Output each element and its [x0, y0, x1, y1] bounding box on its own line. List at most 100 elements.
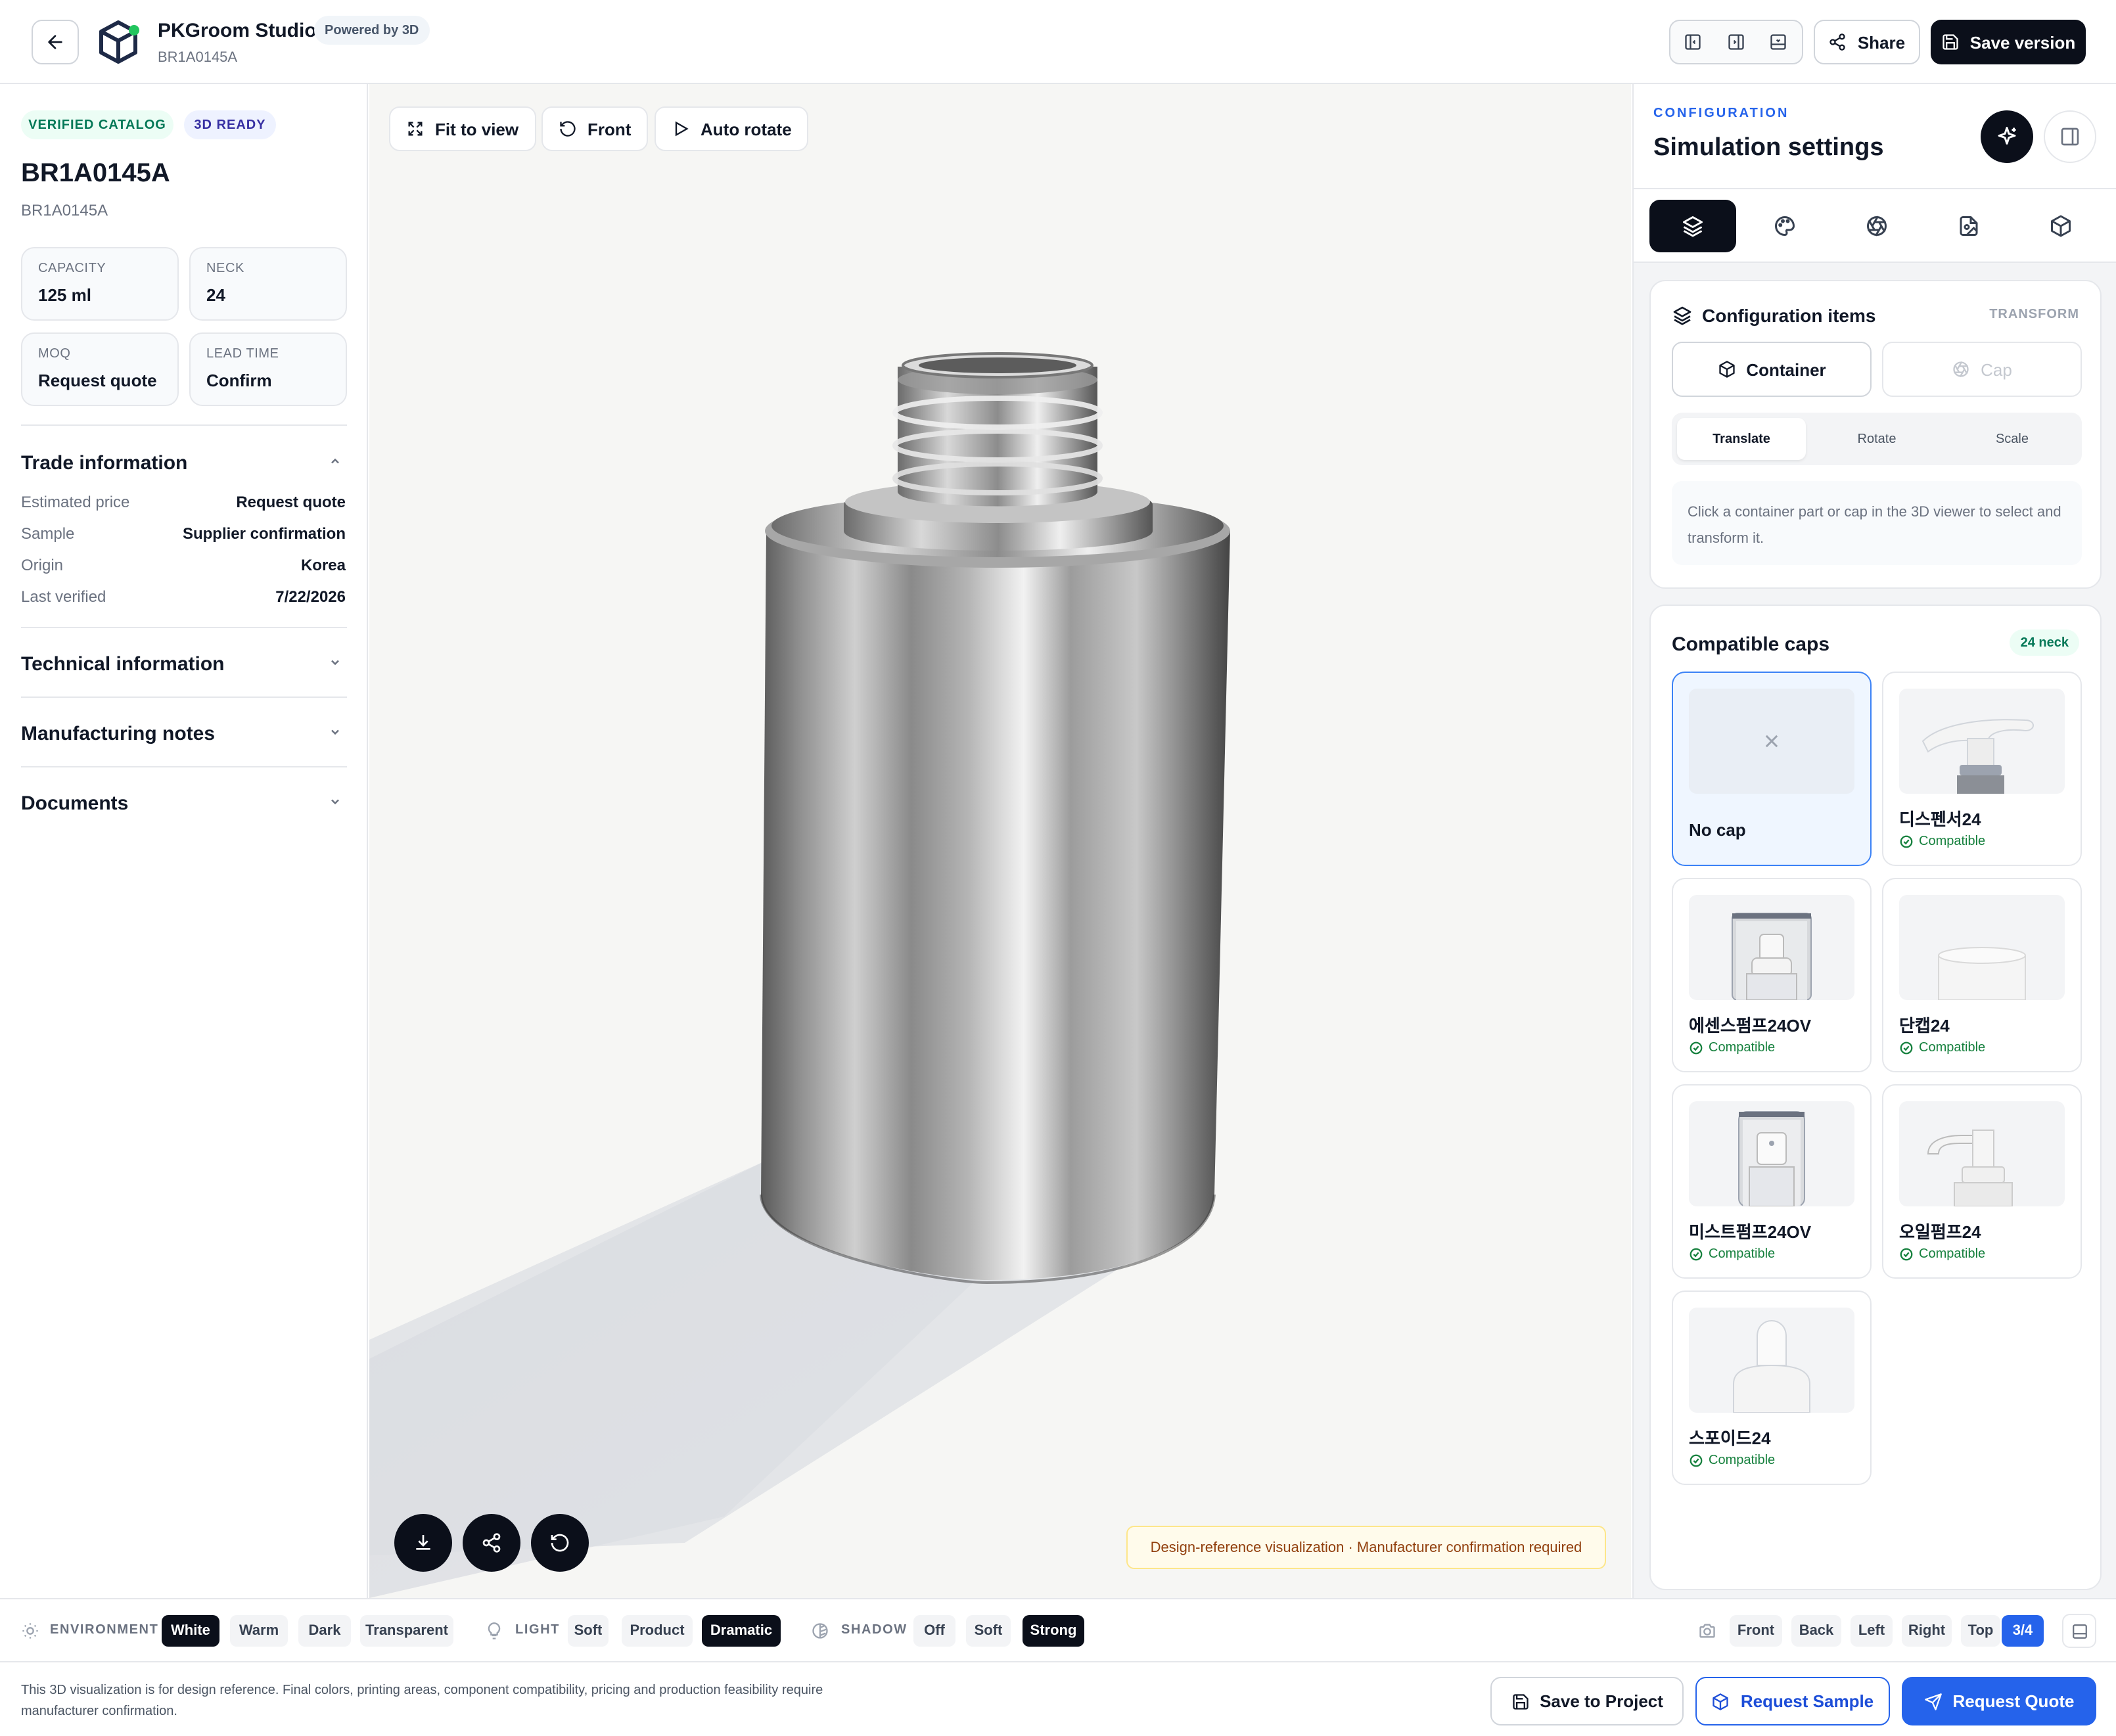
light-option-dramatic[interactable]: Dramatic	[702, 1615, 781, 1647]
panel-bottom-icon	[2071, 1622, 2088, 1639]
shadow-option-soft[interactable]: Soft	[966, 1615, 1011, 1647]
lightbulb-icon	[485, 1622, 503, 1640]
tab-material[interactable]	[1741, 200, 1828, 252]
mode-rotate[interactable]: Rotate	[1812, 418, 1941, 460]
aperture-icon	[1865, 214, 1889, 238]
camera-icon	[1698, 1622, 1716, 1640]
bottle-render[interactable]	[369, 84, 1631, 1598]
cap-option-dropper[interactable]: 스포이드24 Compatible	[1672, 1291, 1872, 1485]
check-circle-icon	[1689, 1453, 1703, 1468]
3d-viewer[interactable]: Fit to view Front Auto rotate Design-ref…	[369, 84, 1631, 1598]
chevron-down-icon[interactable]	[329, 795, 342, 808]
container-label: Container	[1746, 359, 1826, 379]
container-button[interactable]: Container	[1672, 342, 1872, 397]
tab-camera[interactable]	[1833, 200, 1920, 252]
trade-row-value: 7/22/2026	[275, 587, 346, 606]
save-icon	[1511, 1692, 1529, 1710]
confirmation-notice: Design-reference visualization · Manufac…	[1126, 1526, 1606, 1569]
env-option-transparent[interactable]: Transparent	[360, 1615, 453, 1647]
share-viewer-button[interactable]	[463, 1514, 520, 1572]
view-option-front[interactable]: Front	[1730, 1615, 1782, 1647]
share-button[interactable]: Share	[1814, 20, 1920, 64]
cap-option-dispenser[interactable]: 디스펜서24 Compatible	[1882, 672, 2082, 866]
auto-rotate-label: Auto rotate	[701, 119, 792, 139]
ai-assist-button[interactable]	[1981, 110, 2033, 163]
light-option-product[interactable]: Product	[622, 1615, 693, 1647]
spec-neck: NECK 24	[189, 247, 347, 321]
cap-option-single-cap[interactable]: 단캡24 Compatible	[1882, 878, 2082, 1072]
view-option-three-quarter[interactable]: 3/4	[2002, 1615, 2044, 1647]
panel-bottom-icon[interactable]	[1769, 33, 1787, 51]
tab-artwork[interactable]	[1925, 200, 2012, 252]
cap-name: No cap	[1689, 820, 1746, 840]
download-icon	[413, 1532, 434, 1553]
panel-right-icon[interactable]	[1727, 33, 1745, 51]
request-quote-button[interactable]: Request Quote	[1902, 1677, 2096, 1725]
request-sample-button[interactable]: Request Sample	[1695, 1677, 1890, 1725]
cap-option-essence-pump[interactable]: 에센스펌프24OV Compatible	[1672, 878, 1872, 1072]
chevron-down-icon[interactable]	[329, 725, 342, 739]
documents-header[interactable]: Documents	[21, 792, 128, 815]
view-option-right[interactable]: Right	[1902, 1615, 1952, 1647]
view-option-back[interactable]: Back	[1791, 1615, 1841, 1647]
cap-option-mist-pump[interactable]: 미스트펌프24OV Compatible	[1672, 1084, 1872, 1279]
download-button[interactable]	[394, 1514, 452, 1572]
layers-icon	[1672, 305, 1693, 326]
compatible-caps-title: Compatible caps	[1672, 633, 1830, 656]
fit-to-view-button[interactable]: Fit to view	[389, 106, 536, 151]
save-to-project-button[interactable]: Save to Project	[1490, 1677, 1684, 1725]
spec-moq: MOQ Request quote	[21, 332, 179, 406]
shadow-option-strong[interactable]: Strong	[1023, 1615, 1084, 1647]
mode-translate[interactable]: Translate	[1677, 418, 1806, 460]
sun-icon	[21, 1622, 39, 1640]
technical-info-header[interactable]: Technical information	[21, 653, 225, 675]
tab-layers[interactable]	[1649, 200, 1736, 252]
trade-row-value: Request quote	[236, 493, 346, 511]
3d-ready-badge: 3D READY	[184, 110, 276, 139]
cap-name: 단캡24	[1899, 1016, 1950, 1036]
toggle-bottom-panel-button[interactable]	[2062, 1614, 2096, 1648]
request-sample-label: Request Sample	[1740, 1691, 1874, 1711]
light-option-soft[interactable]: Soft	[568, 1615, 609, 1647]
configuration-panel: CONFIGURATION Simulation settings Config…	[1632, 84, 2116, 1598]
divider	[21, 424, 347, 426]
dropper-thumbnail	[1689, 1308, 1854, 1413]
compatible-caps-card: Compatible caps 24 neck No cap 디스펜서24 Co…	[1649, 605, 2102, 1590]
mode-scale[interactable]: Scale	[1948, 418, 2077, 460]
compatible-status: Compatible	[1689, 1247, 1775, 1262]
chevron-up-icon[interactable]	[329, 455, 342, 468]
check-circle-icon	[1899, 1041, 1914, 1055]
tab-package[interactable]	[2017, 200, 2104, 252]
reset-view-button[interactable]	[531, 1514, 589, 1572]
cap-option-none[interactable]: No cap	[1672, 672, 1872, 866]
env-option-warm[interactable]: Warm	[230, 1615, 288, 1647]
front-view-button[interactable]: Front	[541, 106, 649, 151]
view-option-left[interactable]: Left	[1851, 1615, 1893, 1647]
save-version-button[interactable]: Save version	[1931, 20, 2086, 64]
environment-label: ENVIRONMENT	[50, 1623, 159, 1637]
collapse-panel-button[interactable]	[2044, 110, 2096, 163]
no-cap-thumbnail	[1689, 689, 1854, 794]
play-icon	[672, 120, 690, 138]
env-option-dark[interactable]: Dark	[298, 1615, 351, 1647]
env-option-white[interactable]: White	[162, 1615, 219, 1647]
cap-label: Cap	[1981, 359, 2012, 379]
manufacturing-notes-header[interactable]: Manufacturing notes	[21, 723, 215, 745]
auto-rotate-button[interactable]: Auto rotate	[655, 106, 809, 151]
chevron-down-icon[interactable]	[329, 656, 342, 669]
panel-left-icon[interactable]	[1684, 33, 1702, 51]
light-label: LIGHT	[515, 1623, 560, 1637]
back-button[interactable]	[32, 20, 79, 64]
shadow-option-off[interactable]: Off	[913, 1615, 955, 1647]
palette-icon	[1773, 214, 1797, 238]
cap-button[interactable]: Cap	[1882, 342, 2082, 397]
powered-badge: Powered by 3D	[314, 16, 430, 45]
check-circle-icon	[1689, 1041, 1703, 1055]
cap-option-oil-pump[interactable]: 오일펌프24 Compatible	[1882, 1084, 2082, 1279]
compatible-status: Compatible	[1899, 834, 1985, 849]
trade-info-header[interactable]: Trade information	[21, 452, 187, 474]
view-option-top[interactable]: Top	[1961, 1615, 2000, 1647]
layers-icon	[1681, 214, 1705, 238]
trade-row-label: Estimated price	[21, 493, 130, 511]
check-circle-icon	[1899, 834, 1914, 849]
